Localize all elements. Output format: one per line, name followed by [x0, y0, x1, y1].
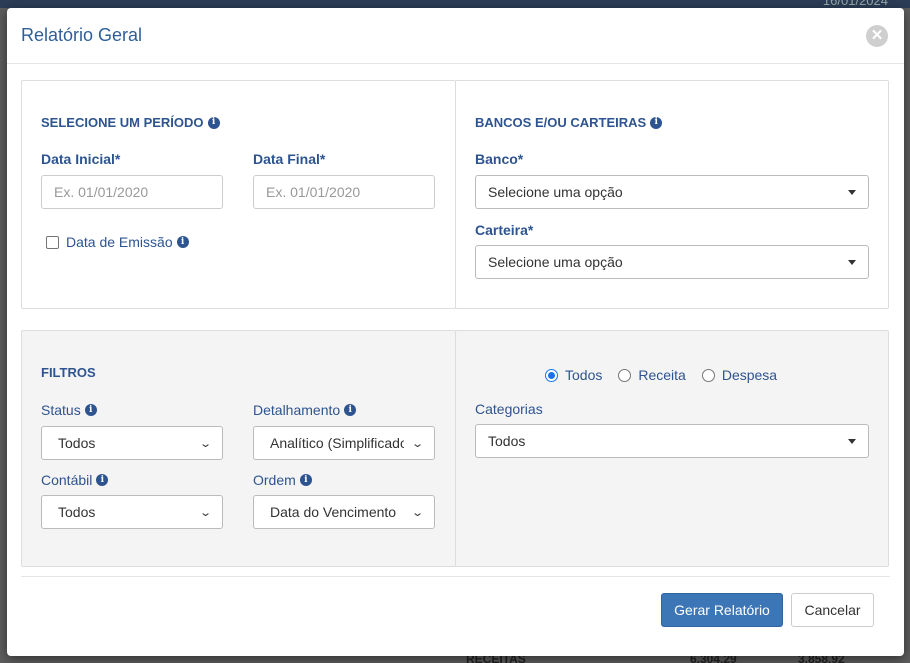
categorias-select-value: Todos	[488, 433, 526, 449]
contabil-select-value: Todos	[58, 504, 96, 520]
footer-divider	[21, 576, 890, 577]
contabil-label-text: Contábil	[41, 472, 93, 488]
bancos-title-text: BANCOS E/OU CARTEIRAS	[475, 115, 647, 130]
radio-despesa[interactable]	[701, 368, 715, 382]
filtros-title: FILTROS	[41, 365, 96, 380]
modal-header: Relatório Geral ✕	[7, 8, 904, 64]
radio-option-receita[interactable]: Receita	[618, 367, 686, 383]
contabil-label: Contábil i	[41, 472, 109, 488]
banco-select-value: Selecione uma opção	[488, 184, 623, 200]
radio-option-despesa[interactable]: Despesa	[701, 367, 778, 383]
chevron-down-icon: ⌄	[198, 506, 212, 519]
ordem-select-value: Data do Vencimento	[270, 504, 397, 520]
banco-label: Banco*	[475, 151, 524, 167]
contabil-select[interactable]: Todos ⌄	[41, 495, 223, 529]
carteira-label: Carteira*	[475, 222, 534, 238]
close-icon[interactable]: ✕	[866, 24, 888, 47]
info-icon[interactable]: i	[176, 236, 189, 248]
modal-title: Relatório Geral	[21, 25, 143, 45]
data-inicial-input[interactable]: Ex. 01/01/2020	[41, 175, 223, 209]
cancel-button[interactable]: Cancelar	[791, 593, 874, 627]
detalhamento-label-text: Detalhamento	[253, 402, 341, 418]
info-icon[interactable]: i	[207, 116, 220, 129]
ordem-select[interactable]: Data do Vencimento ⌄	[253, 495, 435, 529]
info-icon[interactable]: i	[650, 116, 663, 129]
caret-down-icon	[848, 259, 856, 265]
ordem-label-text: Ordem	[253, 472, 296, 488]
radio-todos[interactable]	[545, 368, 558, 382]
caret-down-icon	[848, 438, 856, 444]
radio-receita[interactable]	[618, 368, 632, 382]
ordem-label: Ordem i	[253, 472, 312, 488]
info-icon[interactable]: i	[344, 404, 357, 416]
radio-todos-label: Todos	[565, 367, 603, 383]
data-final-label: Data Final*	[253, 151, 326, 167]
report-modal: Relatório Geral ✕ SELECIONE UM PERÍODO i…	[7, 8, 904, 656]
data-inicial-label: Data Inicial*	[41, 151, 121, 167]
radio-option-todos[interactable]: Todos	[545, 367, 602, 383]
categorias-select[interactable]: Todos	[475, 424, 869, 458]
info-icon[interactable]: i	[299, 474, 312, 486]
detalhamento-select[interactable]: Analítico (Simplificado) ⌄	[253, 426, 435, 460]
background-date: 16/01/2024	[822, 0, 888, 8]
chevron-down-icon: ⌄	[198, 437, 212, 450]
radio-despesa-label: Despesa	[721, 367, 778, 383]
banco-select[interactable]: Selecione uma opção	[475, 175, 869, 209]
periodo-panel: SELECIONE UM PERÍODO i Data Inicial* Ex.…	[21, 80, 456, 309]
data-final-input[interactable]: Ex. 01/01/2020	[253, 175, 435, 209]
chevron-down-icon: ⌄	[410, 506, 424, 519]
carteira-select[interactable]: Selecione uma opção	[475, 245, 869, 279]
periodo-title: SELECIONE UM PERÍODO i	[41, 115, 220, 130]
data-emissao-checkbox[interactable]	[46, 235, 59, 249]
bancos-title: BANCOS E/OU CARTEIRAS i	[475, 115, 663, 130]
detalhamento-select-value: Analítico (Simplificado)	[270, 435, 404, 451]
bancos-panel: BANCOS E/OU CARTEIRAS i Banco* Selecione…	[455, 80, 889, 309]
data-emissao-option[interactable]: Data de Emissão i	[46, 234, 189, 250]
filtros-panel: FILTROS Status i Todos ⌄ Detalhamento i …	[21, 330, 456, 567]
data-emissao-label: Data de Emissão i	[66, 234, 189, 250]
periodo-title-text: SELECIONE UM PERÍODO	[41, 115, 204, 130]
caret-down-icon	[848, 189, 856, 195]
categorias-label: Categorias	[475, 401, 543, 417]
status-select-value: Todos	[58, 435, 96, 451]
status-label: Status i	[41, 402, 97, 418]
gerar-relatorio-button[interactable]: Gerar Relatório	[661, 593, 783, 627]
status-select[interactable]: Todos ⌄	[41, 426, 223, 460]
detalhamento-label: Detalhamento i	[253, 402, 357, 418]
status-label-text: Status	[41, 402, 81, 418]
carteira-select-value: Selecione uma opção	[488, 254, 623, 270]
chevron-down-icon: ⌄	[410, 437, 424, 450]
info-icon[interactable]: i	[96, 474, 109, 486]
background-topbar	[0, 0, 910, 8]
tipo-radio-group: Todos Receita Despesa	[545, 367, 787, 383]
radio-receita-label: Receita	[638, 367, 686, 383]
info-icon[interactable]: i	[84, 404, 97, 416]
data-emissao-label-text: Data de Emissão	[66, 234, 173, 250]
tipo-panel: Todos Receita Despesa Categorias Todos	[455, 330, 889, 567]
